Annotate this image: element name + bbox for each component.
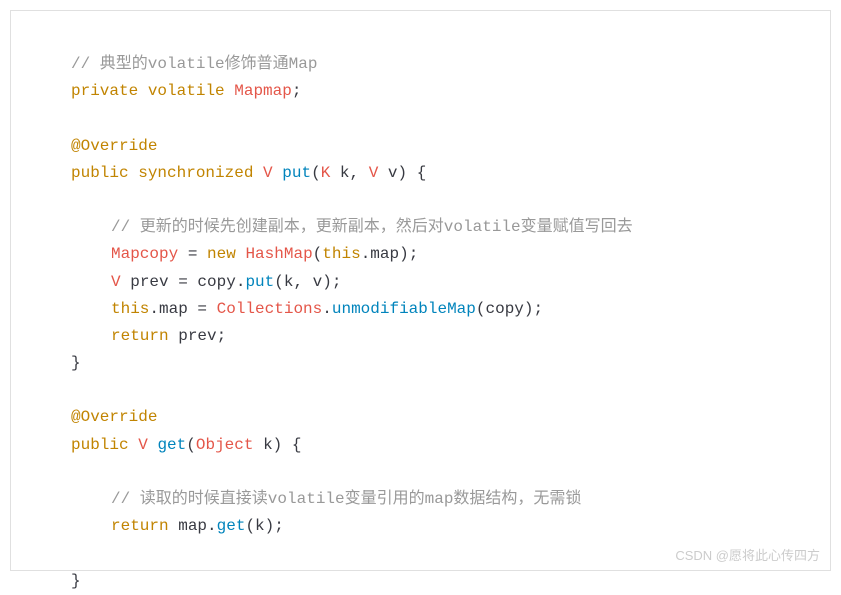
member: .map [361,245,399,263]
blank-line [23,377,818,404]
keyword-public: public [71,436,129,454]
param: k [253,436,272,454]
param: k, [330,164,368,182]
method-get: get [217,517,246,535]
var: map. [169,517,217,535]
var: prev = copy. [121,273,246,291]
annotation-override: @Override [71,408,157,426]
keyword-synchronized: synchronized [138,164,253,182]
keyword-this: this [322,245,360,263]
brace: { [282,436,301,454]
type-k: K [321,164,331,182]
method-put: put [245,273,274,291]
blank-line [23,459,818,486]
semicolon: ; [292,82,302,100]
keyword-return: return [111,517,169,535]
code-line: V prev = copy.put(k, v); [23,269,818,296]
method-get: get [157,436,186,454]
code-line: @Override [23,404,818,431]
annotation-override: @Override [71,137,157,155]
comment: // 典型的volatile修饰普通Map [71,55,317,73]
brace: { [407,164,426,182]
watermark: CSDN @愿将此心传四方 [675,545,820,564]
code-line: public synchronized V put(K k, V v) { [23,160,818,187]
paren: ( [186,436,196,454]
comment: // 更新的时候先创建副本，更新副本，然后对volatile变量赋值写回去 [111,218,633,236]
type-collections: Collections [217,300,323,318]
code-line: private volatile Mapmap; [23,78,818,105]
blank-line [23,105,818,132]
assign: = [178,245,207,263]
code-line: public V get(Object k) { [23,432,818,459]
keyword-volatile: volatile [148,82,225,100]
comment: // 读取的时候直接读volatile变量引用的map数据结构，无需锁 [111,490,581,508]
var: prev; [169,327,227,345]
type-mapcopy: Mapcopy [111,245,178,263]
keyword-public: public [71,164,129,182]
brace: } [71,354,81,372]
code-line: } [23,350,818,377]
code-block: // 典型的volatile修饰普通Map private volatile M… [10,10,831,571]
code-line: Mapcopy = new HashMap(this.map); [23,241,818,268]
type-v: V [369,164,379,182]
paren: ) [398,164,408,182]
method-unmodifiable: unmodifiableMap [332,300,476,318]
blank-line [23,187,818,214]
code-line: } [23,568,818,595]
param: v [378,164,397,182]
args: (k); [245,517,283,535]
paren: ( [313,245,323,263]
code-line: @Override [23,133,818,160]
type-hashmap: HashMap [245,245,312,263]
member: .map = [149,300,216,318]
code-line: return map.get(k); [23,513,818,540]
code-line: // 更新的时候先创建副本，更新副本，然后对volatile变量赋值写回去 [23,214,818,241]
code-line: return prev; [23,323,818,350]
type-v: V [263,164,273,182]
args: (k, v); [274,273,341,291]
type-v: V [138,436,148,454]
keyword-new: new [207,245,236,263]
args: (copy); [476,300,543,318]
type-v: V [111,273,121,291]
type-map: Mapmap [234,82,292,100]
paren: ( [311,164,321,182]
code-line: // 典型的volatile修饰普通Map [23,51,818,78]
keyword-this: this [111,300,149,318]
code-line: this.map = Collections.unmodifiableMap(c… [23,296,818,323]
paren: ); [399,245,418,263]
keyword-return: return [111,327,169,345]
dot: . [322,300,332,318]
keyword-private: private [71,82,138,100]
type-object: Object [196,436,254,454]
paren: ) [273,436,283,454]
method-put: put [282,164,311,182]
code-line: // 读取的时候直接读volatile变量引用的map数据结构，无需锁 [23,486,818,513]
